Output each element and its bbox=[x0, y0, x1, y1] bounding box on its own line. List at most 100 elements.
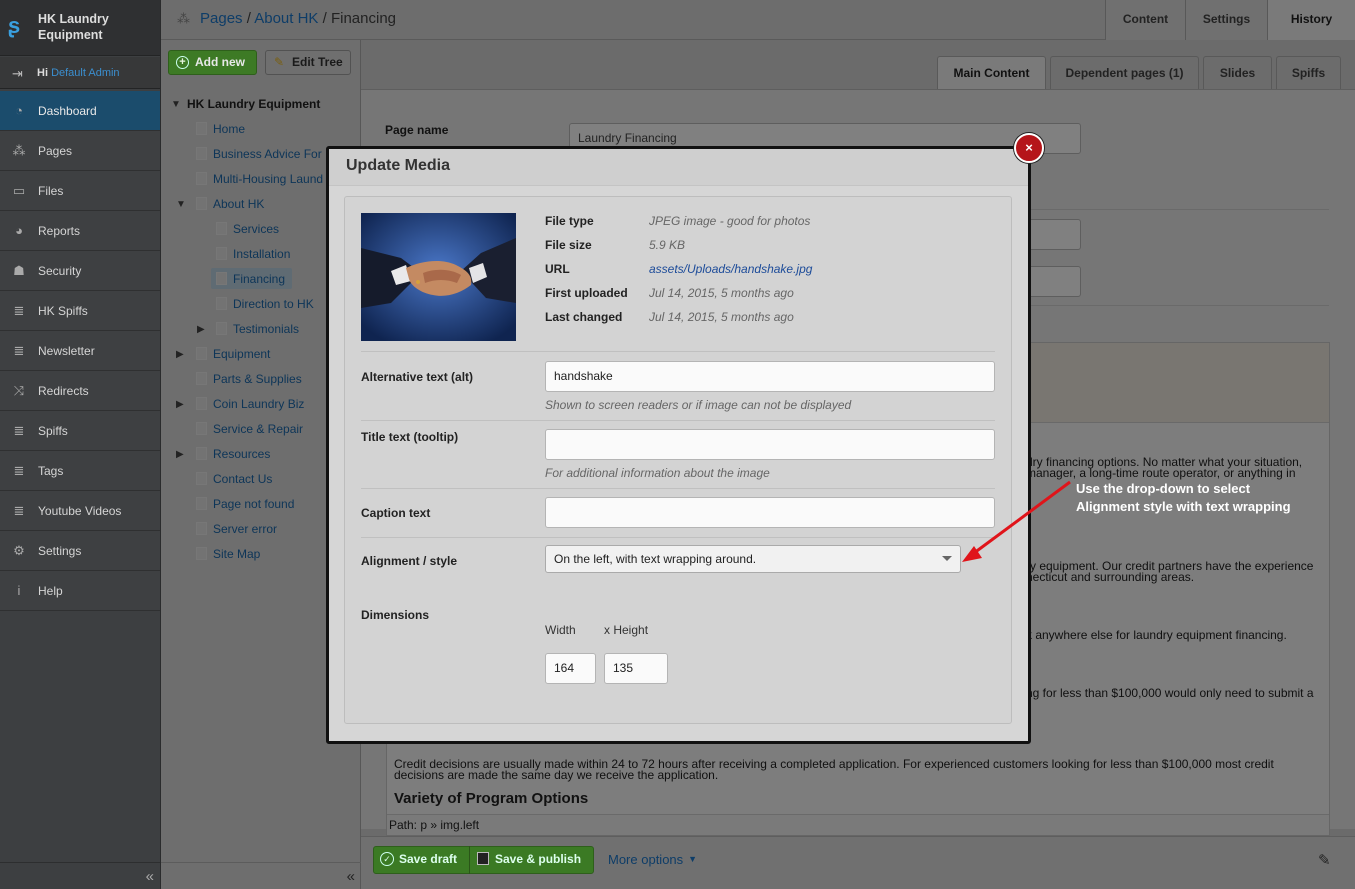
menu-item-pages[interactable]: ⁂ Pages bbox=[0, 131, 160, 171]
breadcrumb-about-hk[interactable]: About HK bbox=[254, 10, 318, 27]
alt-text-input[interactable]: handshake bbox=[545, 361, 995, 392]
page-icon bbox=[196, 147, 207, 160]
page-icon bbox=[196, 447, 207, 460]
subtab-spiffs[interactable]: Spiffs bbox=[1276, 56, 1341, 89]
database-icon: ≣ bbox=[13, 503, 25, 518]
database-icon: ≣ bbox=[13, 343, 25, 358]
editor-text-line: ng for less than $100,000 would only nee… bbox=[1026, 686, 1314, 700]
page-icon bbox=[196, 197, 207, 210]
info-icon: i bbox=[17, 583, 21, 598]
caption-text-input[interactable] bbox=[545, 497, 995, 528]
page-icon bbox=[216, 272, 227, 285]
files-icon: ▭ bbox=[12, 183, 26, 198]
file-url-link[interactable]: assets/Uploads/handshake.jpg bbox=[649, 262, 812, 276]
more-options-button[interactable]: More options ▼ bbox=[608, 852, 697, 867]
preview-edit-icon[interactable]: ✎ bbox=[1318, 851, 1331, 869]
width-input[interactable]: 164 bbox=[545, 653, 596, 684]
caret-right-icon[interactable]: ▶ bbox=[176, 399, 184, 410]
editor-text-line: decisions are made the same day we recei… bbox=[394, 768, 719, 782]
brand-header[interactable]: ʂ HK Laundry Equipment bbox=[0, 0, 160, 56]
breadcrumb-current: Financing bbox=[330, 10, 397, 27]
page-icon bbox=[196, 522, 207, 535]
save-publish-button[interactable]: Save & publish bbox=[469, 846, 594, 874]
menu-item-redirects[interactable]: ⤨ Redirects bbox=[0, 371, 160, 411]
divider bbox=[361, 351, 995, 352]
caret-down-icon: ▼ bbox=[688, 854, 698, 864]
dashboard-icon: ◔ bbox=[15, 103, 23, 118]
menu-collapse-button[interactable]: « bbox=[0, 862, 160, 889]
menu-item-security[interactable]: ☗ Security bbox=[0, 251, 160, 291]
plus-icon: + bbox=[176, 56, 189, 69]
close-icon[interactable]: × bbox=[1014, 133, 1044, 163]
check-icon: ✓ bbox=[380, 852, 394, 866]
menu-item-files[interactable]: ▭ Files bbox=[0, 171, 160, 211]
security-icon: ☗ bbox=[13, 263, 25, 278]
caption-text-label: Caption text bbox=[361, 506, 431, 520]
breadcrumb: Pages / About HK / Financing bbox=[200, 10, 397, 27]
menu-item-reports[interactable]: ◕ Reports bbox=[0, 211, 160, 251]
menu-item-hk-spiffs[interactable]: ≣ HK Spiffs bbox=[0, 291, 160, 331]
menu-item-dashboard[interactable]: ◔ Dashboard bbox=[0, 91, 160, 131]
dimensions-label: Dimensions bbox=[361, 608, 430, 622]
page-icon bbox=[216, 247, 227, 260]
editor-heading: Variety of Program Options bbox=[394, 790, 589, 807]
width-label: Width bbox=[545, 623, 576, 637]
annotation-arrow-icon bbox=[962, 480, 1071, 562]
menu-item-youtube-videos[interactable]: ≣ Youtube Videos bbox=[0, 491, 160, 531]
page-icon bbox=[196, 347, 207, 360]
caret-right-icon[interactable]: ▶ bbox=[176, 349, 184, 360]
page-icon bbox=[216, 297, 227, 310]
tree-collapse-button[interactable]: « bbox=[161, 862, 361, 889]
alignment-select[interactable]: On the left, with text wrapping around. bbox=[545, 545, 961, 573]
editor-text-line: manager, a long-time route operator, or … bbox=[1026, 466, 1296, 480]
file-info-value: 5.9 KB bbox=[649, 238, 686, 252]
caret-right-icon[interactable]: ▶ bbox=[197, 324, 205, 335]
tab-settings[interactable]: Settings bbox=[1185, 0, 1267, 40]
file-info-value: Jul 14, 2015, 5 months ago bbox=[649, 286, 794, 300]
menu-item-tags[interactable]: ≣ Tags bbox=[0, 451, 160, 491]
subtab-main-content[interactable]: Main Content bbox=[937, 56, 1046, 89]
logout-icon[interactable]: ⇥ bbox=[12, 66, 26, 81]
page-icon bbox=[196, 422, 207, 435]
menu-item-help[interactable]: i Help bbox=[0, 571, 160, 611]
file-info-label: First uploaded bbox=[545, 286, 628, 300]
subtab-slides[interactable]: Slides bbox=[1203, 56, 1272, 89]
brand-title: HK Laundry Equipment bbox=[38, 12, 109, 42]
caret-down-icon[interactable]: ▼ bbox=[176, 199, 186, 210]
profile-link[interactable]: Default Admin bbox=[51, 67, 119, 79]
edit-tree-button[interactable]: ✎ Edit Tree bbox=[265, 50, 351, 75]
tab-content[interactable]: Content bbox=[1105, 0, 1185, 40]
page-name-label: Page name bbox=[385, 123, 449, 137]
height-label: x Height bbox=[604, 623, 649, 637]
save-draft-button[interactable]: ✓ Save draft bbox=[373, 846, 468, 874]
chevron-down-icon bbox=[942, 556, 952, 561]
page-icon bbox=[196, 497, 207, 510]
database-icon: ≣ bbox=[13, 303, 25, 318]
editor-text-line: necticut and surrounding areas. bbox=[1026, 570, 1195, 584]
page-icon bbox=[216, 222, 227, 235]
menu-item-settings[interactable]: ⚙ Settings bbox=[0, 531, 160, 571]
tree-node-hk-laundry-equipment[interactable]: HK Laundry Equipment bbox=[187, 94, 357, 114]
file-info-label: Last changed bbox=[545, 310, 623, 324]
breadcrumb-pages[interactable]: Pages bbox=[200, 10, 243, 27]
subtab-dependent-pages-1[interactable]: Dependent pages (1) bbox=[1050, 56, 1199, 89]
height-input[interactable]: 135 bbox=[604, 653, 668, 684]
file-info-label: File type bbox=[545, 214, 594, 228]
page-icon bbox=[196, 372, 207, 385]
divider bbox=[361, 488, 995, 489]
brand-logo-icon: ʂ bbox=[8, 13, 21, 38]
tab-history[interactable]: History bbox=[1267, 0, 1355, 40]
user-row: ⇥ Hi Default Admin bbox=[0, 57, 160, 89]
database-icon: ≣ bbox=[13, 463, 25, 478]
menu-item-spiffs[interactable]: ≣ Spiffs bbox=[0, 411, 160, 451]
page-icon bbox=[196, 172, 207, 185]
add-new-button[interactable]: + Add new bbox=[168, 50, 257, 75]
reports-icon: ◕ bbox=[15, 223, 23, 238]
tree-node-home[interactable]: Home bbox=[196, 119, 356, 139]
title-text-input[interactable] bbox=[545, 429, 995, 460]
menu-item-newsletter[interactable]: ≣ Newsletter bbox=[0, 331, 160, 371]
caret-right-icon[interactable]: ▶ bbox=[176, 449, 184, 460]
alt-text-help: Shown to screen readers or if image can … bbox=[545, 398, 852, 412]
floppy-icon bbox=[477, 852, 489, 865]
caret-down-icon[interactable]: ▼ bbox=[171, 99, 181, 110]
